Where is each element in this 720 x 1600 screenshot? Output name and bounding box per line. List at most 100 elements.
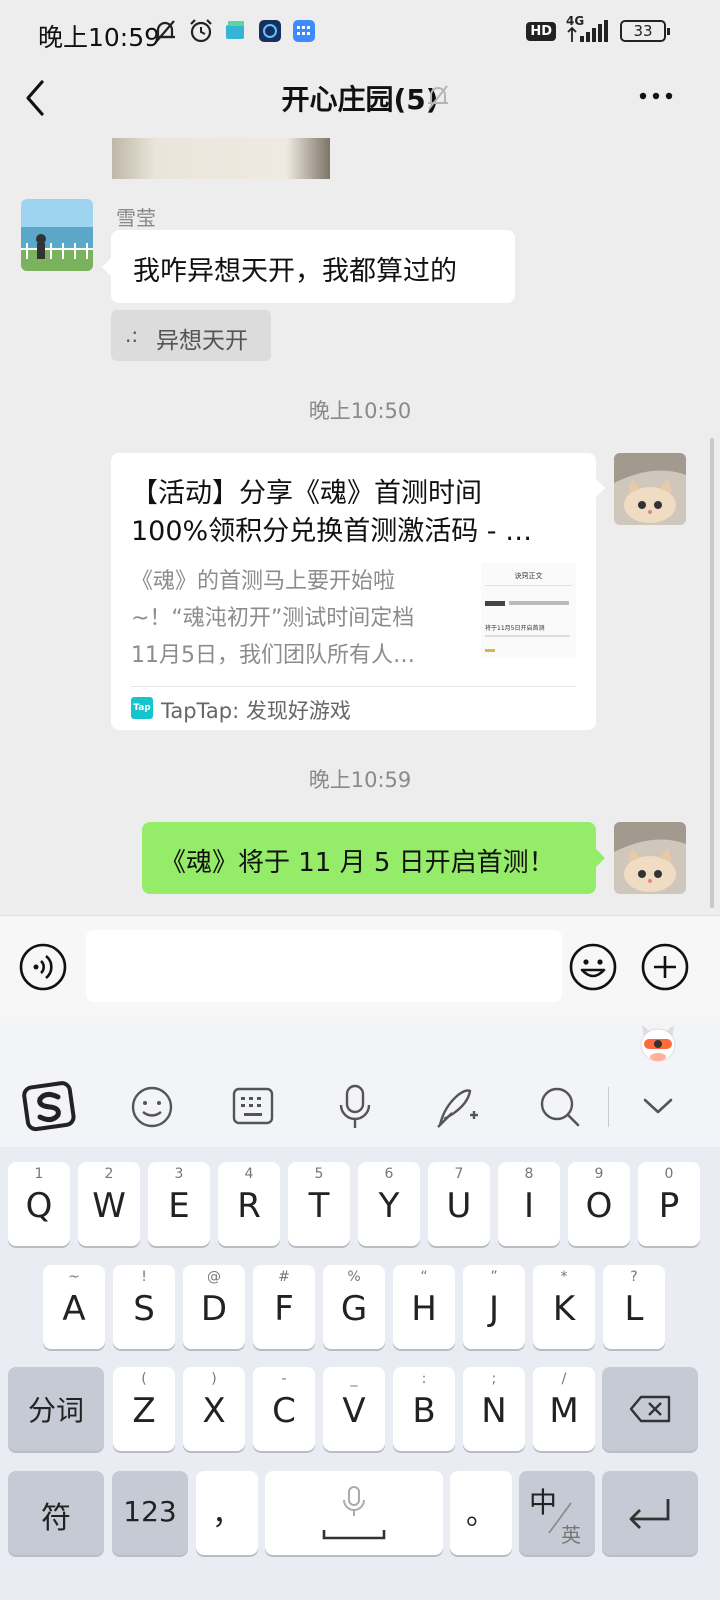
link-title: 【活动】分享《魂》首测时间 100%领积分兑换首测激活码 - … xyxy=(131,478,533,547)
quoted-message[interactable]: .: 异想天开 xyxy=(111,310,271,361)
voice-input-icon[interactable] xyxy=(18,942,68,992)
smiley-icon[interactable] xyxy=(130,1085,174,1129)
key-z[interactable]: (Z xyxy=(113,1367,175,1451)
status-bar: 晚上10:59 HD 4G 33 xyxy=(0,0,720,70)
key-hint: 6 xyxy=(384,1166,394,1182)
key-hint: 9 xyxy=(594,1166,604,1182)
keyboard-app-icon xyxy=(293,20,315,42)
key-label: D xyxy=(200,1289,228,1329)
key-hint: 8 xyxy=(524,1166,534,1182)
key-h[interactable]: “H xyxy=(393,1265,455,1349)
chat-area[interactable]: 雪莹 我咋异想天开，我都算过的 .: 异想天开 晚上10:50 【活动】分享《魂… xyxy=(0,138,720,915)
keyboard-toolbar xyxy=(0,1017,720,1147)
key-label: Y xyxy=(378,1186,400,1226)
language-switch-key[interactable]: 中 英 xyxy=(519,1471,595,1555)
key-i[interactable]: 8I xyxy=(498,1162,560,1246)
key-y[interactable]: 6Y xyxy=(358,1162,420,1246)
sogou-logo-icon[interactable] xyxy=(22,1079,78,1135)
key-hint: 5 xyxy=(314,1166,324,1182)
link-card[interactable]: 【活动】分享《魂》首测时间 100%领积分兑换首测激活码 - … 《魂》的首测马… xyxy=(111,453,605,730)
key-r[interactable]: 4R xyxy=(218,1162,280,1246)
link-thumbnail: 诀窍正文 将于11月5日开启首测 xyxy=(481,563,576,658)
number-key[interactable]: 123 xyxy=(112,1471,188,1555)
link-source: TapTap: 发现好游戏 xyxy=(161,699,351,723)
key-s[interactable]: ! S xyxy=(113,1265,175,1349)
timestamp: 晚上10:50 xyxy=(308,399,412,423)
key-j[interactable]: ” J xyxy=(463,1265,525,1349)
key-hint: ; xyxy=(491,1371,497,1387)
sent-message-bubble[interactable]: 《魂》将于 11 月 5 日开启首测！ xyxy=(142,822,605,894)
key-v[interactable]: _ V xyxy=(323,1367,385,1451)
taptap-logo: Tap xyxy=(131,697,153,719)
message-input[interactable] xyxy=(86,930,562,1002)
key-p[interactable]: 0P xyxy=(638,1162,700,1246)
key-hint: 1 xyxy=(34,1166,44,1182)
key-hint: ( xyxy=(141,1371,147,1387)
handwriting-icon[interactable] xyxy=(434,1083,480,1131)
nav-bar: 开心庄园(5) xyxy=(0,62,720,138)
key-l[interactable]: ? L xyxy=(603,1265,665,1349)
comma-key[interactable]: ， xyxy=(196,1471,258,1555)
key-label: F xyxy=(274,1289,294,1329)
key-b[interactable]: :B xyxy=(393,1367,455,1451)
key-u[interactable]: 7U xyxy=(428,1162,490,1246)
battery-icon: 33 xyxy=(620,20,670,42)
avatar[interactable] xyxy=(614,822,686,894)
mascot-icon[interactable] xyxy=(638,1021,678,1065)
key-label: S xyxy=(133,1289,155,1329)
key-a[interactable]: ~ A xyxy=(43,1265,105,1349)
key-hint: 7 xyxy=(454,1166,464,1182)
key-label: G xyxy=(340,1289,368,1329)
message-text: 我咋异想天开，我都算过的 xyxy=(133,256,457,287)
fenci-key[interactable]: 分词 xyxy=(8,1367,104,1451)
search-icon[interactable] xyxy=(538,1085,582,1129)
key-label: N xyxy=(481,1391,507,1431)
message-text: 《魂》将于 11 月 5 日开启首测！ xyxy=(160,848,555,878)
avatar[interactable] xyxy=(21,199,93,271)
key-x[interactable]: ) X xyxy=(183,1367,245,1451)
key-n[interactable]: ; N xyxy=(463,1367,525,1451)
emoji-icon[interactable] xyxy=(568,942,618,992)
key-label: B xyxy=(412,1391,436,1431)
keyboard-icon[interactable] xyxy=(232,1087,274,1127)
key-hint: / xyxy=(561,1371,567,1387)
period-key[interactable]: 。 xyxy=(450,1471,512,1555)
key-m[interactable]: / M xyxy=(533,1367,595,1451)
chevron-down-icon[interactable] xyxy=(642,1095,674,1117)
key-g[interactable]: % G xyxy=(323,1265,385,1349)
key-hint: “ xyxy=(420,1269,428,1285)
key-k[interactable]: * K xyxy=(533,1265,595,1349)
chat-scrollbar[interactable] xyxy=(710,438,714,908)
key-o[interactable]: 9O xyxy=(568,1162,630,1246)
backspace-key[interactable] xyxy=(602,1367,698,1451)
key-t[interactable]: 5T xyxy=(288,1162,350,1246)
key-label: R xyxy=(237,1186,261,1226)
key-label: K xyxy=(552,1289,576,1329)
key-label: Z xyxy=(132,1391,156,1431)
key-label: L xyxy=(624,1289,644,1329)
mute-bell-icon xyxy=(428,85,448,110)
key-hint: ~ xyxy=(68,1269,80,1285)
key-w[interactable]: 2W xyxy=(78,1162,140,1246)
avatar[interactable] xyxy=(614,453,686,525)
key-d[interactable]: @ D xyxy=(183,1265,245,1349)
key-label: I xyxy=(523,1186,535,1226)
more-icon[interactable] xyxy=(638,90,674,102)
key-hint: ” xyxy=(490,1269,498,1285)
key-label: M xyxy=(549,1391,579,1431)
microphone-icon[interactable] xyxy=(336,1083,374,1131)
video-app-icon xyxy=(226,21,244,39)
sender-name: 雪莹 xyxy=(116,206,156,230)
add-icon[interactable] xyxy=(640,942,690,992)
received-message-bubble[interactable]: 我咋异想天开，我都算过的 xyxy=(102,230,515,303)
key-f[interactable]: # F xyxy=(253,1265,315,1349)
space-key[interactable] xyxy=(265,1471,443,1555)
key-q[interactable]: 1Q xyxy=(8,1162,70,1246)
toolbar-divider xyxy=(608,1087,609,1127)
previous-image-message[interactable] xyxy=(112,138,330,179)
key-c[interactable]: -C xyxy=(253,1367,315,1451)
enter-key[interactable] xyxy=(602,1471,698,1555)
key-e[interactable]: 3E xyxy=(148,1162,210,1246)
symbol-key[interactable]: 符 xyxy=(8,1471,104,1555)
app-icon xyxy=(259,20,281,42)
